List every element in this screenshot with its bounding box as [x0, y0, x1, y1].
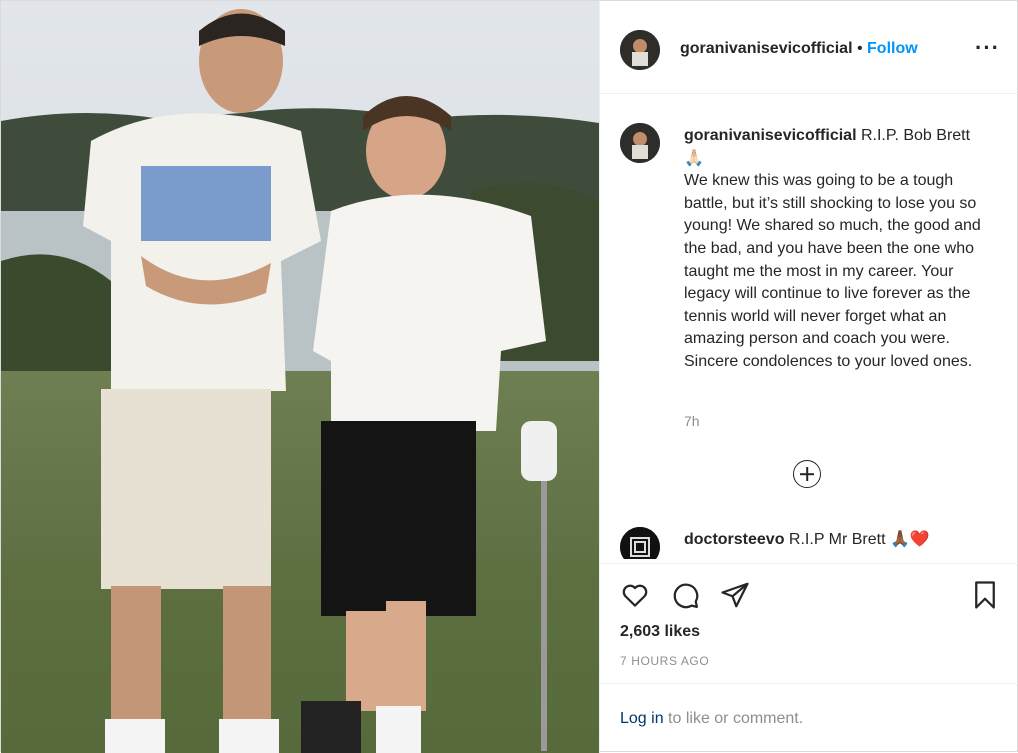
- login-prompt-text: Log in to like or comment.: [620, 710, 803, 728]
- posted-time[interactable]: 7 HOURS AGO: [620, 654, 709, 668]
- caption-text: goranivanisevicofficial R.I.P. Bob Brett…: [684, 125, 994, 374]
- post-photo[interactable]: [1, 1, 599, 753]
- more-options-icon[interactable]: ···: [975, 35, 1000, 61]
- post-header: goranivanisevicofficial • Follow ···: [600, 1, 1018, 94]
- comment-username[interactable]: doctorsteevo: [684, 531, 784, 548]
- header-user-line: goranivanisevicofficial • Follow: [680, 40, 918, 58]
- golf-course-photo: [1, 1, 599, 753]
- comment-text: doctorsteevo R.I.P Mr Brett 🙏🏾❤️: [684, 529, 930, 549]
- separator-dot: •: [856, 40, 863, 57]
- bookmark-icon[interactable]: [970, 579, 1000, 611]
- comment-emoji: 🙏🏾❤️: [889, 531, 930, 548]
- login-link[interactable]: Log in: [620, 710, 664, 727]
- comment-item: doctorsteevo R.I.P Mr Brett 🙏🏾❤️: [620, 527, 1000, 559]
- comment-icon[interactable]: [670, 580, 700, 610]
- avatar-image: [620, 527, 660, 559]
- likes-count[interactable]: 2,603 likes: [620, 623, 700, 641]
- login-prompt-rest: to like or comment.: [663, 710, 804, 727]
- load-more-comments-icon[interactable]: [793, 460, 821, 488]
- avatar-image: [620, 123, 660, 163]
- login-prompt: Log in to like or comment.: [600, 683, 1018, 753]
- comment-avatar[interactable]: [620, 527, 660, 559]
- caption-emoji: 🙏🏻: [684, 149, 704, 167]
- instagram-post: goranivanisevicofficial • Follow ··· gor…: [0, 0, 1018, 753]
- avatar-image: [620, 30, 660, 70]
- heart-icon[interactable]: [620, 580, 650, 610]
- comment-body: R.I.P Mr Brett: [788, 531, 886, 548]
- post-actions: 2,603 likes 7 HOURS AGO: [600, 563, 1018, 683]
- caption-first-line: R.I.P. Bob Brett: [860, 127, 971, 144]
- avatar[interactable]: [620, 30, 660, 70]
- caption-time[interactable]: 7h: [684, 413, 700, 429]
- follow-button[interactable]: Follow: [867, 40, 918, 57]
- share-icon[interactable]: [720, 580, 750, 610]
- post-sidebar: goranivanisevicofficial • Follow ··· gor…: [599, 1, 1018, 753]
- header-username[interactable]: goranivanisevicofficial: [680, 40, 853, 57]
- caption-body: We knew this was going to be a tough bat…: [684, 172, 981, 370]
- caption-username[interactable]: goranivanisevicofficial: [684, 127, 857, 144]
- caption-avatar[interactable]: [620, 123, 660, 163]
